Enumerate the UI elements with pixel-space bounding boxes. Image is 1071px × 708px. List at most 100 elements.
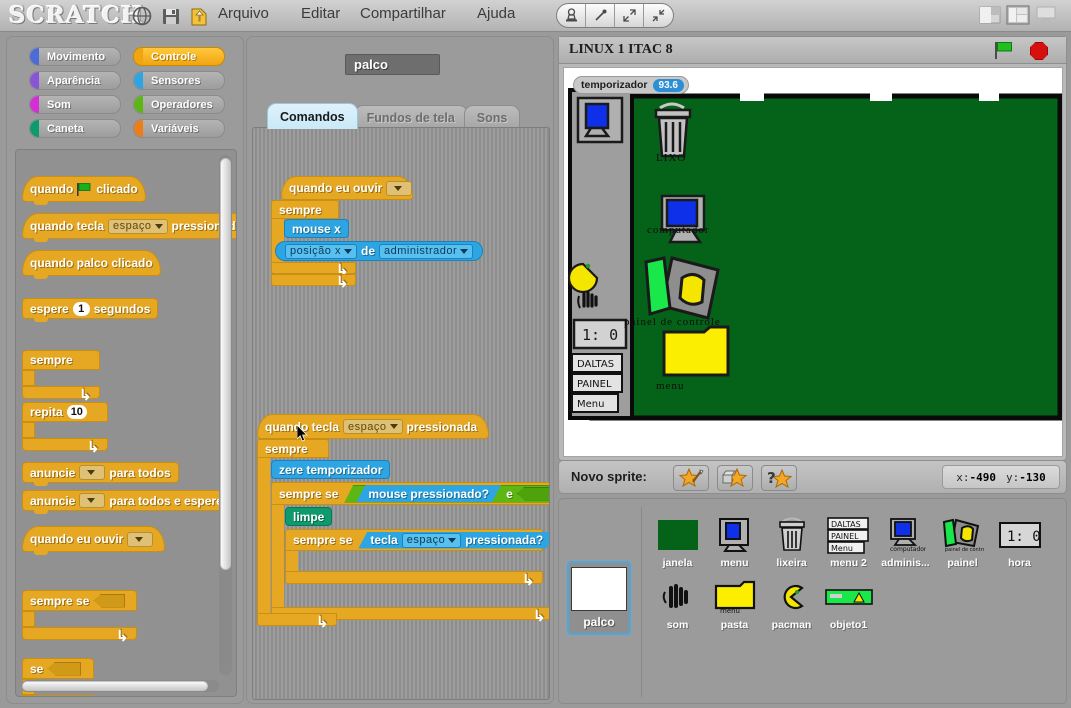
block-forever-if-inner[interactable]: sempre se tecla espaço pressionada? [285,529,543,584]
script-canvas[interactable]: quando eu ouvir sempre mouse x posição x… [252,127,550,700]
broadcast-dropdown[interactable] [79,493,106,508]
stage-thumbnail[interactable]: palco [567,561,631,635]
palette-block-when-stage-clicked[interactable]: quando palco clicado [22,250,161,279]
object-dropdown[interactable]: administrador [379,243,474,259]
save-icon[interactable] [160,5,182,27]
tab-fundos-de-tela[interactable]: Fundos de tela [353,105,468,129]
sprite-item-janela[interactable]: janela [649,507,706,569]
category-som[interactable]: Som [29,95,121,114]
stamp-icon[interactable] [557,4,586,27]
wand-icon[interactable] [586,4,615,27]
condition-slot[interactable] [47,661,82,676]
broadcast-dropdown[interactable] [79,465,106,480]
grow-icon[interactable] [615,4,644,27]
key-dropdown[interactable]: espaço [108,218,168,234]
key-dropdown[interactable]: espaço [343,419,403,434]
menu-editar[interactable]: Editar [301,5,340,22]
variable-watcher-temporizador[interactable]: temporizador 93.6 [573,76,689,94]
block-notch [34,550,48,555]
monitor-icon [711,515,759,555]
sprite-item-menu-2[interactable]: DALTAS PAINEL Menu menu 2 [820,507,877,569]
globe-icon[interactable] [131,5,153,27]
palette-block-when-flag-clicked[interactable]: quando clicado [22,176,146,205]
block-reset-timer[interactable]: zere temporizador [271,460,391,479]
category-movimento[interactable]: Movimento [29,47,121,66]
sprite-item-pasta[interactable]: menu pasta [706,569,763,631]
category-variaveis[interactable]: Variáveis [133,119,225,138]
palette-block-broadcast[interactable]: anuncie para todos [22,462,179,486]
block-when-i-receive[interactable]: quando eu ouvir [281,176,413,200]
palette-block-forever[interactable]: sempre [22,350,100,399]
wait-seconds-input[interactable]: 1 [72,301,90,316]
presentation-icon[interactable] [1034,4,1058,26]
operator-and[interactable]: mouse pressionado? e [344,485,550,503]
block-text: sempre se [30,593,90,608]
stage-canvas[interactable]: 1: 0 DALTAS PAINEL Menu LIXO computador … [563,67,1063,457]
menu-ajuda[interactable]: Ajuda [477,5,515,22]
small-stage-icon[interactable] [978,4,1002,26]
block-clear[interactable]: limpe [285,507,333,526]
sprite-item-som[interactable]: som [649,569,706,631]
category-operadores[interactable]: Operadores [133,95,225,114]
attribute-dropdown[interactable]: posição x [285,243,357,259]
palette-block-wait-seconds[interactable]: espere 1 segundos [22,298,159,322]
condition-slot[interactable] [93,593,125,608]
palette-vertical-scrollbar[interactable] [219,155,232,675]
sprite-item-lixeira[interactable]: lixeira [763,507,820,569]
surprise-sprite-icon[interactable]: ? [761,465,797,491]
message-dropdown[interactable] [386,180,413,196]
sprite-item-objeto1[interactable]: objeto1 [820,569,877,631]
menu-arquivo[interactable]: Arquivo [218,5,269,22]
category-controle[interactable]: Controle [133,47,225,66]
category-caneta[interactable]: Caneta [29,119,121,138]
palette-block-list[interactable]: quando clicado quando tecla espaço press… [15,149,237,697]
import-sprite-icon[interactable] [717,465,753,491]
repeat-count-input[interactable]: 10 [66,405,87,419]
block-footer [22,627,137,640]
normal-stage-icon[interactable] [1006,4,1030,26]
dropdown-value: espaço [406,534,446,546]
key-dropdown[interactable]: espaço [402,533,461,548]
loop-arrow-icon [79,388,94,399]
block-forever[interactable]: sempre mouse x posição x de administrado… [271,200,484,274]
block-forever-if-outer[interactable]: sempre se mouse pressionado? e limpe sem… [271,482,550,620]
sprite-item-painel[interactable]: painel de controle painel [934,507,991,569]
sprite-item-menu[interactable]: menu [706,507,763,569]
sprite-item-administrador[interactable]: computador adminis... [877,507,934,569]
block-text: tecla [370,533,398,547]
palette-block-when-key-pressed[interactable]: quando tecla espaço pressionada [22,213,236,242]
sprite-name-field[interactable]: palco [345,54,440,75]
paint-new-sprite-icon[interactable] [673,465,709,491]
palette-block-broadcast-and-wait[interactable]: anuncie para todos e espere [22,490,231,514]
script-when-i-receive[interactable]: quando eu ouvir sempre mouse x posição x… [271,176,484,286]
block-key-pressed-condition[interactable]: tecla espaço pressionada? [358,532,550,549]
message-dropdown[interactable] [127,531,154,547]
tab-sons[interactable]: Sons [463,105,521,129]
palette-block-when-i-receive[interactable]: quando eu ouvir [22,526,166,555]
category-sensores[interactable]: Sensores [133,71,225,90]
palette-horizontal-scrollbar[interactable] [21,680,219,692]
block-mouse-down[interactable]: mouse pressionado? [356,485,501,502]
stop-icon[interactable] [1030,42,1048,60]
sprite-item-pacman[interactable]: pacman [763,569,820,631]
palette-block-repeat[interactable]: repita 10 [22,402,108,451]
category-label: Movimento [47,50,106,63]
block-when-key-pressed[interactable]: quando tecla espaço pressionada [257,414,489,439]
block-footer [22,695,94,696]
script-when-key-pressed[interactable]: quando tecla espaço pressionada sempre z… [257,414,549,626]
palette-block-forever-if[interactable]: sempre se [22,590,137,640]
menu-compartilhar[interactable]: Compartilhar [360,5,446,22]
sprite-item-hora[interactable]: 1: 0 hora [991,507,1048,569]
scrollbar-thumb[interactable] [220,158,231,570]
block-mouse-x[interactable]: mouse x [284,219,349,238]
scrollbar-thumb[interactable] [22,681,208,691]
green-flag-icon[interactable] [994,41,1014,60]
block-forever-outer[interactable]: sempre zere temporizador sempre se mouse… [257,439,549,626]
shrink-icon[interactable] [644,4,673,27]
condition-slot[interactable] [517,487,550,501]
block-notch [34,481,48,486]
tab-comandos[interactable]: Comandos [267,103,358,129]
block-attribute-of[interactable]: posição x de administrador [275,241,484,261]
open-project-icon[interactable] [188,5,210,27]
category-aparencia[interactable]: Aparência [29,71,121,90]
